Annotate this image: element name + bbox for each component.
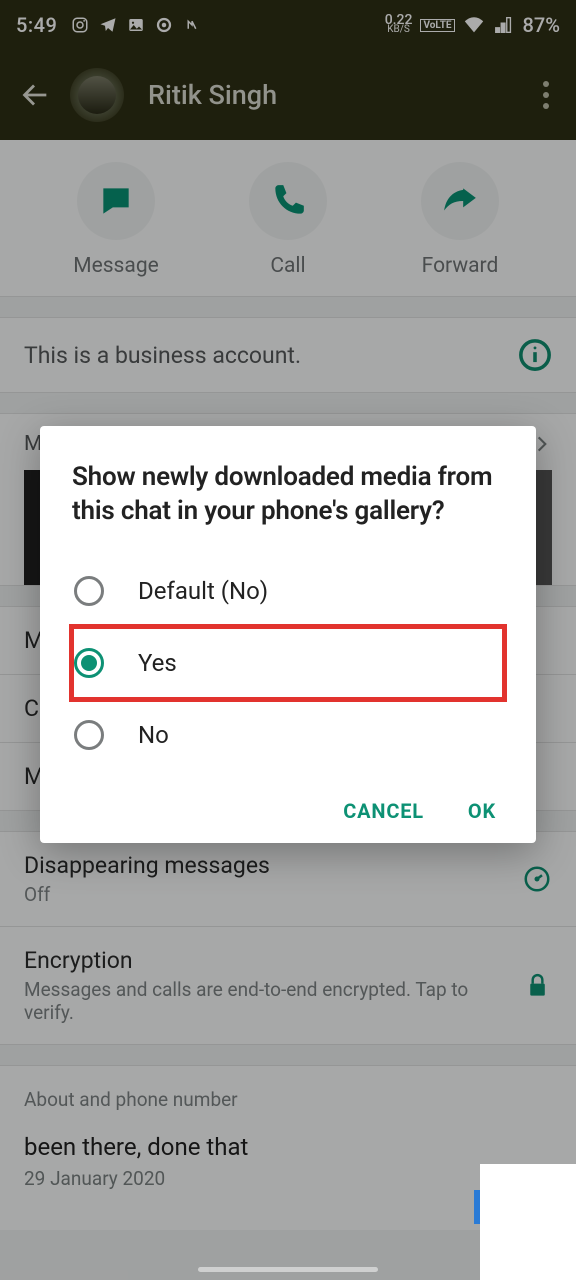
radio-option-no[interactable]: No bbox=[72, 699, 504, 771]
radio-label: No bbox=[138, 721, 169, 749]
dialog-title: Show newly downloaded media from this ch… bbox=[72, 460, 504, 529]
radio-option-yes[interactable]: Yes bbox=[72, 627, 504, 699]
radio-label: Default (No) bbox=[138, 577, 268, 605]
media-visibility-dialog: Show newly downloaded media from this ch… bbox=[40, 426, 536, 843]
nav-indicator bbox=[198, 1267, 378, 1272]
screen: 5:49 0.22 KB/S VoLTE 87% Ritik Singh bbox=[0, 0, 576, 1280]
cancel-button[interactable]: CANCEL bbox=[343, 799, 424, 823]
radio-label: Yes bbox=[138, 649, 177, 677]
ok-button[interactable]: OK bbox=[468, 799, 496, 823]
radio-option-default[interactable]: Default (No) bbox=[72, 555, 504, 627]
radio-icon bbox=[74, 648, 104, 678]
cropped-overlay bbox=[480, 1164, 576, 1280]
radio-icon bbox=[74, 576, 104, 606]
radio-icon bbox=[74, 720, 104, 750]
